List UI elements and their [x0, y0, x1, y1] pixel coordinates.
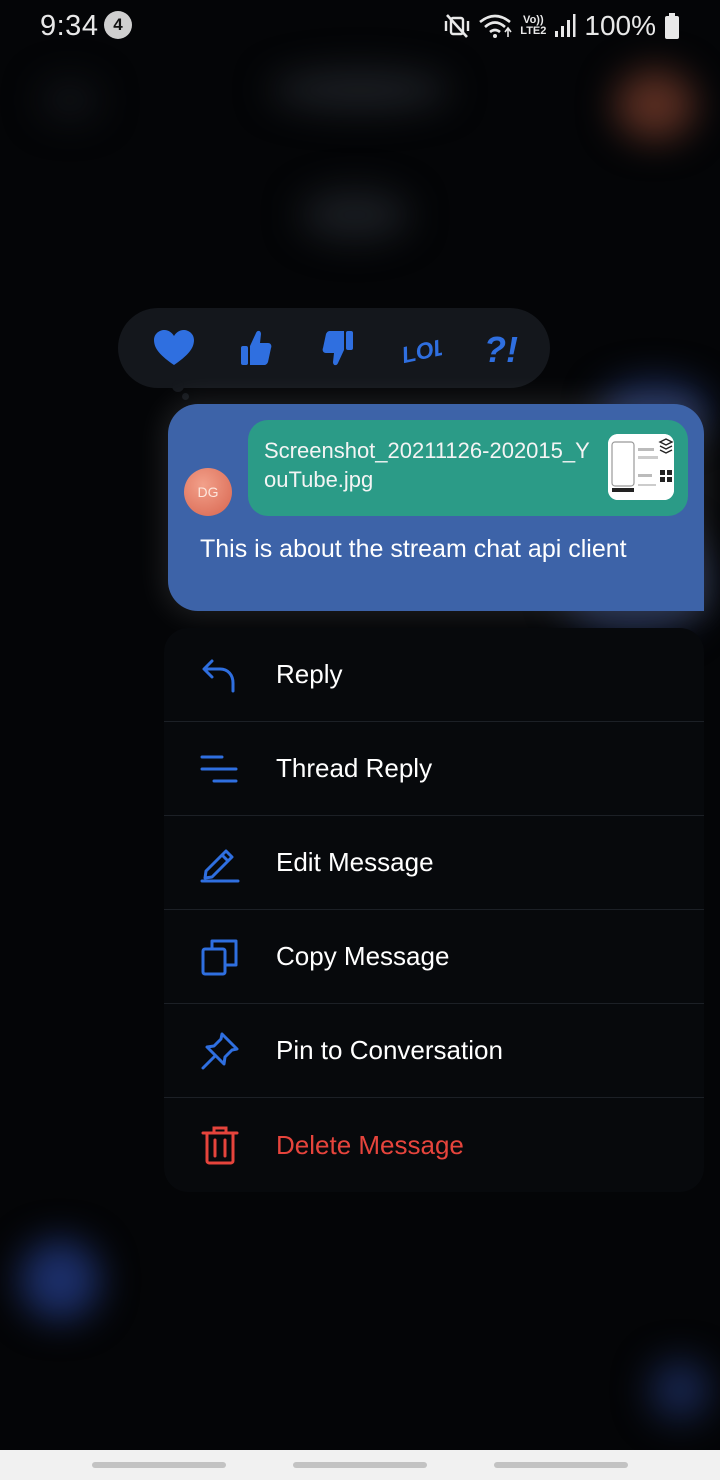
thread-lines-icon: [200, 755, 238, 782]
background-blur: [40, 80, 100, 120]
lol-icon: LOL: [399, 333, 442, 368]
wow-text: ?!: [484, 329, 518, 368]
copy-icon: [201, 939, 238, 975]
heart-icon: [154, 330, 194, 365]
avatar[interactable]: DG: [184, 468, 232, 516]
lol-text: LOL: [399, 333, 442, 368]
status-time: 9:34: [40, 10, 99, 42]
menu-item-label: Delete Message: [276, 1129, 464, 1160]
screenshot-thumbnail-image: [608, 434, 674, 500]
pin-icon: [201, 1032, 239, 1069]
menu-item-edit-message[interactable]: Edit Message: [164, 816, 704, 910]
menu-item-pin[interactable]: Pin to Conversation: [164, 1004, 704, 1098]
attachment-filename: Screenshot_20211126-202015_YouTube.jpg: [264, 438, 590, 492]
battery-icon: [665, 13, 679, 39]
reaction-sad[interactable]: [316, 326, 360, 370]
reaction-picker: LOL ?!: [118, 308, 550, 388]
background-blur: [615, 70, 695, 140]
menu-item-copy-message[interactable]: Copy Message: [164, 910, 704, 1004]
menu-item-reply[interactable]: Reply: [164, 628, 704, 722]
reaction-love[interactable]: [152, 326, 196, 370]
attachment-thumbnail[interactable]: [608, 434, 674, 500]
background-blur: [650, 1360, 710, 1420]
reaction-picker-tail: [172, 380, 184, 392]
background-blur: [20, 1240, 100, 1320]
battery-percent: 100%: [584, 10, 656, 41]
background-blur: [300, 190, 410, 240]
recents-button[interactable]: [92, 1462, 226, 1468]
reaction-picker-tail: [182, 393, 189, 400]
home-button[interactable]: [293, 1462, 427, 1468]
status-icons: Vo)) LTE2 100%: [444, 8, 680, 44]
system-navigation-bar: [0, 1450, 720, 1480]
menu-item-thread-reply[interactable]: Thread Reply: [164, 722, 704, 816]
menu-item-label: Pin to Conversation: [276, 1035, 503, 1065]
background-blur: [270, 70, 450, 110]
question-exclamation-icon: ?!: [484, 329, 518, 368]
reply-arrow-icon: [202, 659, 235, 692]
network-type: Vo)) LTE2: [520, 15, 546, 37]
signal-icon: [555, 14, 576, 37]
menu-item-label: Reply: [276, 659, 343, 689]
message-actions-menu: Reply Thread Reply Edit Message Copy Mes…: [164, 628, 704, 1192]
lte-label: LTE2: [520, 25, 547, 37]
message-text: This is about the stream chat api client: [200, 535, 627, 563]
reaction-haha[interactable]: LOL: [398, 326, 442, 370]
reaction-like[interactable]: [234, 326, 278, 370]
wifi-icon: [479, 14, 512, 38]
status-bar: 9:34 4 Vo)) LTE2 100%: [0, 0, 720, 52]
thumbs-up-icon: [241, 330, 272, 365]
reaction-wow[interactable]: ?!: [480, 326, 524, 370]
menu-item-label: Edit Message: [276, 847, 434, 877]
notification-badge: 4: [104, 11, 132, 39]
trash-icon: [201, 1126, 239, 1165]
menu-item-delete-message[interactable]: Delete Message: [164, 1098, 704, 1192]
back-button[interactable]: [494, 1462, 628, 1468]
mute-vibrate-icon: [445, 14, 470, 38]
menu-item-label: Thread Reply: [276, 753, 433, 783]
menu-item-label: Copy Message: [276, 941, 450, 971]
file-attachment[interactable]: Screenshot_20211126-202015_YouTube.jpg: [248, 420, 688, 516]
pencil-icon: [200, 849, 240, 882]
thumbs-down-icon: [322, 331, 353, 366]
